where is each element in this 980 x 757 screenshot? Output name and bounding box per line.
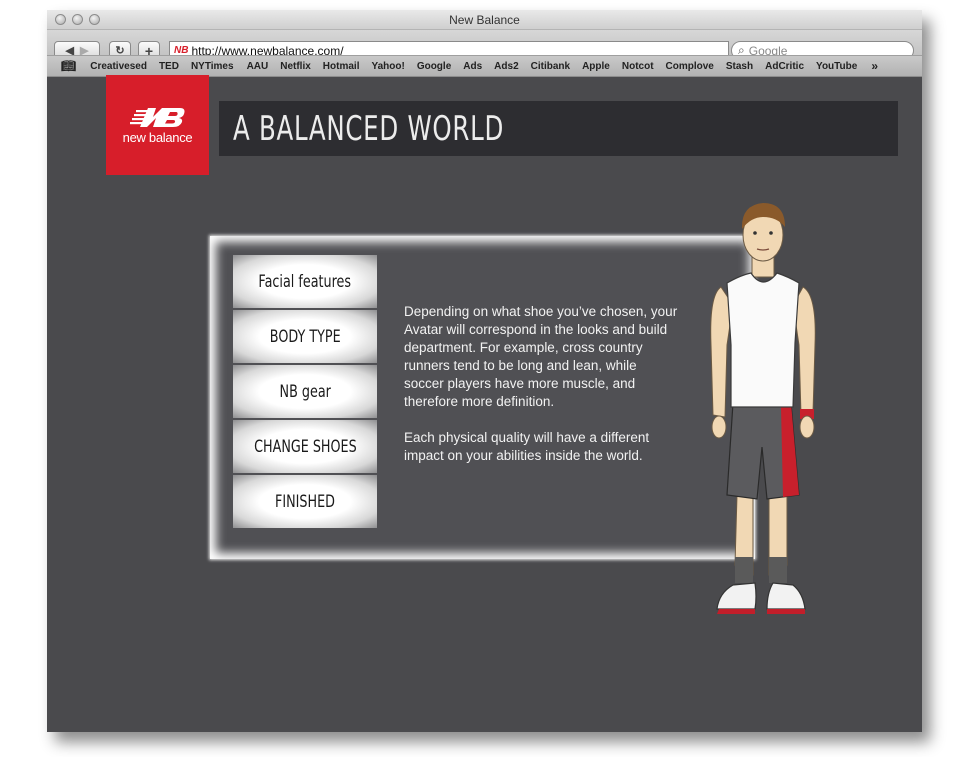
bookmark-item[interactable]: YouTube — [816, 61, 857, 72]
bookmark-item[interactable]: AAU — [247, 61, 269, 72]
page-title-banner: A BALANCED WORLD — [219, 101, 898, 156]
menu-button-finished[interactable]: FINISHED — [233, 475, 377, 528]
bookmark-item[interactable]: Notcot — [622, 61, 654, 72]
bookmark-item[interactable]: TED — [159, 61, 179, 72]
menu-button-label: FINISHED — [275, 491, 335, 512]
bookmark-item[interactable]: Ads2 — [494, 61, 518, 72]
page-title: A BALANCED WORLD — [233, 109, 505, 149]
bookmarks-bar: 📖︎ Creativesed TED NYTimes AAU Netflix H… — [47, 55, 922, 77]
bookmark-item[interactable]: Netflix — [280, 61, 311, 72]
brand-name: new balance — [122, 130, 193, 145]
menu-button-body-type[interactable]: BODY TYPE — [233, 310, 377, 363]
overflow-chevron-icon[interactable]: » — [871, 59, 878, 73]
menu-button-nb-gear[interactable]: NB gear — [233, 365, 377, 418]
avatar-menu: Facial features BODY TYPE NB gear CHANGE… — [233, 255, 377, 537]
browser-window: New Balance ◀ ▶ ↻ + NB http://www.newbal… — [47, 10, 922, 732]
bookmark-item[interactable]: Yahoo! — [371, 61, 404, 72]
window-title: New Balance — [449, 13, 520, 27]
new-balance-logo[interactable]: new balance — [106, 75, 209, 175]
bookmark-item[interactable]: Ads — [463, 61, 482, 72]
menu-button-label: Facial features — [258, 271, 352, 292]
bookmark-item[interactable]: Creativesed — [90, 61, 147, 72]
bookmark-item[interactable]: Stash — [726, 61, 753, 72]
description-paragraph: Depending on what shoe you’ve chosen, yo… — [404, 304, 678, 409]
bookmark-item[interactable]: Complove — [666, 61, 714, 72]
bookmark-item[interactable]: Hotmail — [323, 61, 360, 72]
menu-button-change-shoes[interactable]: CHANGE SHOES — [233, 420, 377, 473]
nb-logo-mark-icon — [130, 108, 185, 127]
description-text: Depending on what shoe you’ve chosen, yo… — [404, 303, 679, 483]
description-paragraph: Each physical quality will have a differ… — [404, 430, 650, 463]
menu-button-label: NB gear — [279, 381, 331, 402]
bookmark-item[interactable]: Citibank — [531, 61, 570, 72]
avatar-figure[interactable] — [697, 195, 837, 625]
bookmark-item[interactable]: Google — [417, 61, 451, 72]
bookmarks-book-icon[interactable]: 📖︎ — [61, 59, 76, 73]
title-bar: New Balance — [47, 10, 922, 30]
bookmark-item[interactable]: NYTimes — [191, 61, 234, 72]
bookmark-item[interactable]: AdCritic — [765, 61, 804, 72]
menu-button-label: CHANGE SHOES — [253, 436, 357, 457]
menu-button-facial-features[interactable]: Facial features — [233, 255, 377, 308]
menu-button-label: BODY TYPE — [269, 326, 341, 347]
bookmark-item[interactable]: Apple — [582, 61, 610, 72]
